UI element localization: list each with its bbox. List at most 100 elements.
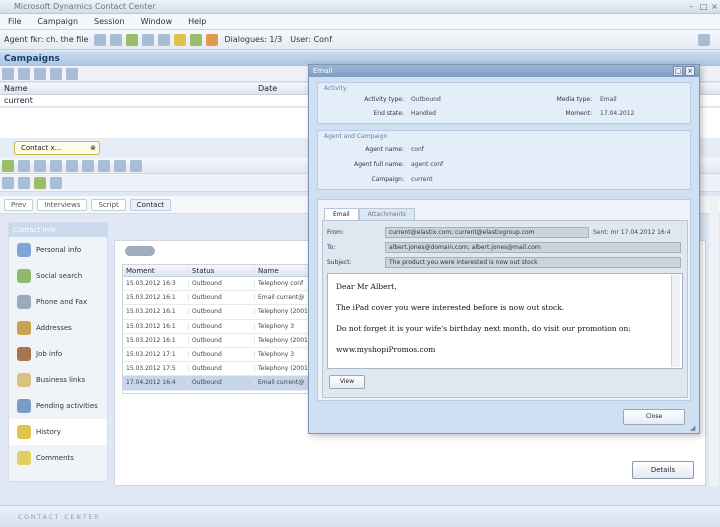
table-row[interactable]: 17.04.2012 16:4 Outbound Email current@ [123,376,311,391]
email-tab-content: From: current@elastix.com; current@elast… [322,220,688,398]
print-icon[interactable] [130,159,142,172]
table-row[interactable]: 15.03.2012 16:1 Outbound Email current@ [123,291,311,306]
col-name[interactable]: Name [255,267,311,275]
table-cell: Email current@ [258,379,305,387]
conference-icon[interactable] [158,33,171,46]
contact-tab[interactable]: Contact x... ⊗ [14,141,100,155]
phone-icon [17,295,31,309]
sidebar-item-social-search[interactable]: Social search [9,263,107,289]
media-type-label: Media type: [556,96,592,103]
tab-email[interactable]: Email [324,208,359,220]
close-button[interactable]: × [709,2,720,12]
menu-bar: File Campaign Session Window Help [0,14,720,30]
note-icon[interactable] [98,159,110,172]
call-icon[interactable] [18,159,30,172]
col-status[interactable]: Status [189,266,255,275]
agent-name-label: Agent name: [365,146,404,153]
sidebar-item-comments[interactable]: Comments [9,445,107,471]
close-icon[interactable]: ⊗ [90,144,96,152]
menu-help[interactable]: Help [188,17,206,26]
table-cell: Outbound [189,280,255,288]
contact-button[interactable]: Contact [129,198,172,211]
new-icon[interactable] [2,67,14,80]
table-cell: Telephony (2001 [258,365,308,373]
dial-icon[interactable] [126,33,139,46]
agent-label: Agent fkr: ch. the file [4,35,89,44]
table-row[interactable]: 15.03.2012 16:3 Outbound Telephony conf [123,277,311,292]
sidebar-item-pending-activities[interactable]: Pending activities [9,393,107,419]
email-tabs: Email Attachments [324,208,415,220]
menu-window[interactable]: Window [141,17,173,26]
mail-icon[interactable] [34,159,46,172]
refresh-icon[interactable] [66,67,78,80]
table-row[interactable]: 15.03.2012 17:1 Outbound Telephony 3 [123,348,311,363]
sidebar-item-business-links[interactable]: Business links [9,367,107,393]
table-cell: 15.03.2012 16:1 [123,336,189,344]
interviews-button[interactable]: Interviews [37,198,88,211]
email-body[interactable]: Dear Mr Albert, The iPad cover you were … [327,273,683,369]
resize-grip-icon[interactable]: ◢ [690,424,695,432]
ready-icon[interactable] [190,33,203,46]
email-body-line: Dear Mr Albert, [336,282,397,291]
close-dialog-button-label: Close [645,413,663,420]
activity-group: Activity Activity type: Outbound End sta… [317,82,691,124]
to-field[interactable]: albert.jones@domain.com; albert.jones@ma… [385,242,681,253]
maximize-button[interactable]: □ [698,2,709,12]
back-icon[interactable] [2,176,14,189]
menu-campaign[interactable]: Campaign [37,17,78,26]
sidebar-item-phone-and-fax[interactable]: Phone and Fax [9,289,107,315]
subject-field[interactable]: The product you were interested is now o… [385,257,681,268]
table-cell: Telephony 3 [258,322,295,330]
menu-file[interactable]: File [8,17,21,26]
table-cell: Outbound [189,336,255,344]
minimize-button[interactable]: – [686,2,697,12]
star-icon[interactable] [174,33,187,46]
record-icon[interactable] [82,159,94,172]
menu-session[interactable]: Session [94,17,125,26]
edit-icon[interactable] [18,67,30,80]
table-cell: 15.03.2012 16:1 [123,322,189,330]
table-row[interactable]: 15.03.2012 16:1 Outbound Telephony (2001 [123,305,311,320]
email-body-scrollbar[interactable] [671,275,680,367]
col-date[interactable]: Date [258,84,277,93]
from-field[interactable]: current@elastix.com; current@elastixgrou… [385,227,589,238]
table-row[interactable]: 15.03.2012 17:5 Outbound Telephony (2001 [123,362,311,377]
accept-icon[interactable] [2,159,14,172]
subject-label: Subject: [327,259,352,266]
forward-icon[interactable] [18,176,30,189]
transfer-icon[interactable] [142,33,155,46]
delete-icon[interactable] [34,67,46,80]
phone-icon[interactable] [94,33,107,46]
dialog-close-button[interactable]: × [685,66,695,76]
agent-name-value: conf [411,146,424,153]
col-moment[interactable]: Moment [123,266,189,275]
hold-icon[interactable] [110,33,123,46]
view-button[interactable]: View [329,375,365,389]
table-row[interactable]: 15.03.2012 16:1 Outbound Telephony (2001 [123,334,311,348]
script-button[interactable]: Script [91,198,126,211]
save-icon[interactable] [34,176,46,189]
fax-icon[interactable] [66,159,78,172]
details-button[interactable]: Details [632,461,694,479]
filter-icon[interactable] [50,67,62,80]
main-scrollbar[interactable] [709,196,719,486]
chat-icon[interactable] [50,159,62,172]
sidebar-item-job-info[interactable]: Job info [9,341,107,367]
brand-label: CONTACT CENTER [18,514,101,521]
schedule-icon[interactable] [114,159,126,172]
table-row[interactable]: 15.03.2012 16:1 Outbound Telephony 3 [123,320,311,334]
prev-button[interactable]: Prev [4,198,34,211]
col-name[interactable]: Name [0,84,258,93]
dialog-maximize-button[interactable]: □ [673,66,683,76]
sidebar-item-addresses[interactable]: Addresses [9,315,107,341]
sidebar-item-personal-info[interactable]: Personal info [9,237,107,263]
pause-icon[interactable] [206,33,219,46]
search-icon[interactable] [50,176,62,189]
settings-icon[interactable] [698,33,710,46]
view-button-label: View [339,378,355,385]
end-state-label: End state: [373,110,404,117]
tab-attachments[interactable]: Attachments [358,208,415,220]
sidebar-item-history[interactable]: History [9,419,107,445]
close-dialog-button[interactable]: Close [623,409,685,425]
table-cell: Outbound [189,379,255,387]
